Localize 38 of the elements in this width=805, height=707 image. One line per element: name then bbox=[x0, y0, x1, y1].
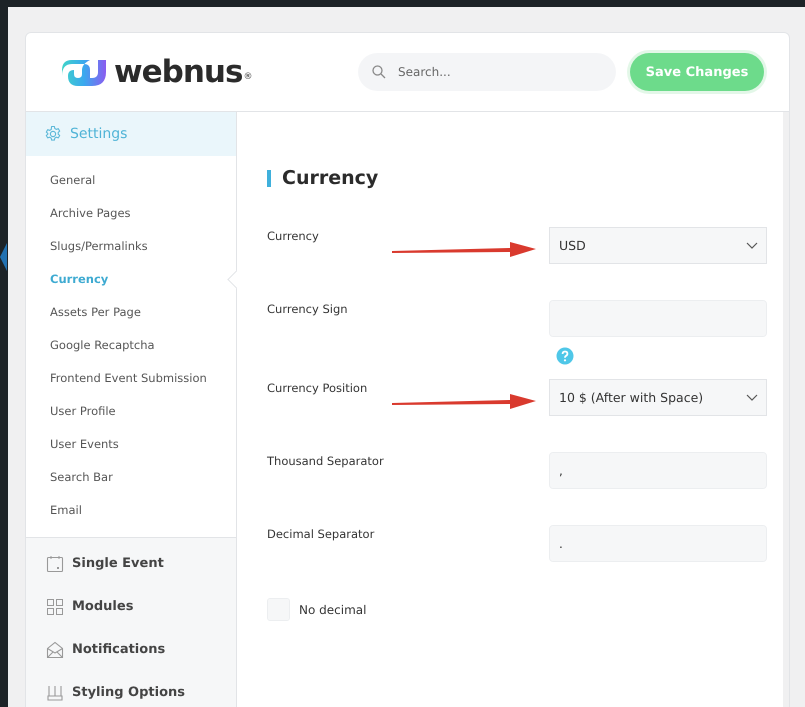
chevron-down-icon bbox=[746, 394, 758, 402]
field-label: Thousand Separator bbox=[267, 453, 384, 470]
sidebar-item[interactable]: User Profile bbox=[26, 395, 236, 428]
chevron-down-icon bbox=[746, 242, 758, 250]
chevron-icon[interactable] bbox=[0, 243, 7, 271]
sidebar-item[interactable]: Search Bar bbox=[26, 461, 236, 494]
logo-wordmark: webnus bbox=[114, 54, 242, 90]
search-field[interactable]: Search... bbox=[358, 53, 616, 91]
sidebar-item[interactable]: General bbox=[26, 164, 236, 197]
section-title: Currency bbox=[267, 170, 767, 187]
dropdown[interactable]: 10 $ (After with Space) bbox=[549, 379, 767, 416]
sidebar-item[interactable]: Frontend Event Submission bbox=[26, 362, 236, 395]
sidebar-group[interactable]: Modules bbox=[26, 585, 236, 628]
field-label: Decimal Separator bbox=[267, 526, 374, 543]
field-label: Currency Sign bbox=[267, 301, 348, 318]
envelope-icon bbox=[46, 640, 64, 658]
sidebar-group[interactable]: Styling Options bbox=[26, 671, 236, 707]
calendar-icon bbox=[46, 554, 64, 572]
sidebar-group[interactable]: Single Event bbox=[26, 542, 236, 585]
registered-mark: ® bbox=[243, 72, 252, 82]
sidebar-item[interactable]: Assets Per Page bbox=[26, 296, 236, 329]
sidebar-item[interactable]: Email bbox=[26, 494, 236, 527]
sidebar-item[interactable]: Google Recaptcha bbox=[26, 329, 236, 362]
grid-icon bbox=[46, 598, 64, 616]
search-icon bbox=[372, 65, 386, 79]
input-field[interactable]: , bbox=[549, 452, 767, 489]
help-icon[interactable] bbox=[556, 347, 574, 365]
sidebar-item[interactable]: Archive Pages bbox=[26, 197, 236, 230]
field-label: Currency Position bbox=[267, 380, 368, 397]
search-input[interactable]: Search... bbox=[396, 64, 600, 80]
dropdown[interactable]: USD bbox=[549, 227, 767, 264]
sidebar-item[interactable]: Slugs/Permalinks bbox=[26, 230, 236, 263]
settings-icon bbox=[44, 125, 62, 143]
sidebar-group[interactable]: Notifications bbox=[26, 628, 236, 671]
input-field[interactable]: . bbox=[549, 525, 767, 562]
checkbox-label: No decimal bbox=[299, 602, 366, 616]
sidebar-item[interactable]: User Events bbox=[26, 428, 236, 461]
field-label: Currency bbox=[267, 228, 319, 245]
